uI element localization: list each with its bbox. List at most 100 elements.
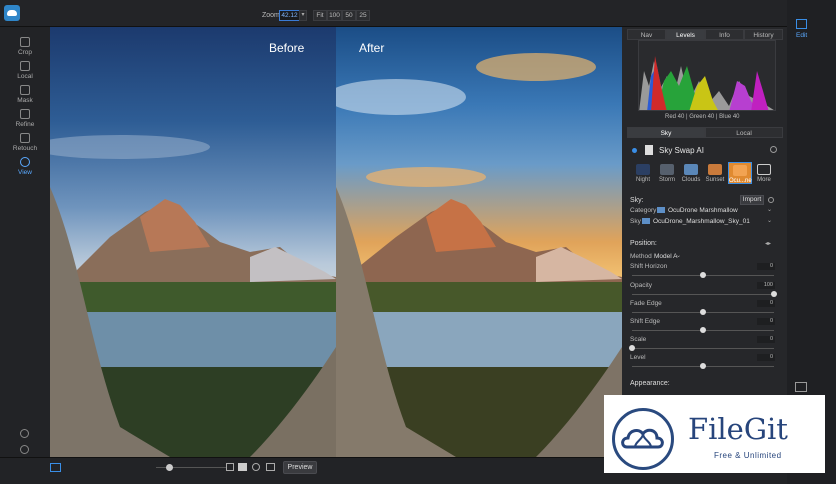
category-label: Clouds [681,177,701,183]
print-icon[interactable] [795,382,807,392]
before-image[interactable]: Before [50,27,336,457]
slider-track[interactable] [632,348,774,349]
compare-view-icon[interactable] [50,463,61,472]
before-landscape [50,135,336,457]
tool-local[interactable]: Local [0,61,50,80]
app-logo-icon[interactable] [4,5,20,21]
position-arrows-icon[interactable]: ◂▸ [765,240,771,247]
reset-icon[interactable] [770,146,777,153]
slider-value[interactable]: 0 [757,300,775,307]
tool-label: Retouch [12,145,38,152]
after-image[interactable]: After [336,27,622,457]
appearance-heading: Appearance: [630,380,670,387]
category-more[interactable]: More [753,164,775,183]
ocudrone-icon [733,165,747,176]
slider-value[interactable]: 100 [757,282,775,289]
method-select[interactable]: Model A [654,253,678,260]
tab-history[interactable]: History [744,29,783,40]
sky-heading: Sky: [630,197,644,204]
tab-sky[interactable]: Sky [627,127,705,138]
rgb-readout: Red 40 | Green 40 | Blue 40 [665,114,740,120]
slider-knob[interactable] [700,309,706,315]
folder-icon [657,207,665,213]
category-label: Storm [658,177,675,183]
more-icon [757,164,771,175]
slider-knob[interactable] [700,363,706,369]
category-ocudrone[interactable]: Ocu...ne [728,162,752,184]
zoom-50-button[interactable]: 50 [342,10,356,21]
retouch-icon [20,133,30,143]
slider-track[interactable] [632,294,774,295]
category-label: Sunset [705,177,725,183]
sky-swap-icon [645,145,653,155]
slider-value[interactable]: 0 [757,336,775,343]
slider-value[interactable]: 0 [757,263,775,270]
before-label: Before [269,41,305,55]
left-toolbar: Crop Local Mask Refine Retouch View [0,27,50,457]
tool-label: Mask [17,97,33,104]
storm-icon [660,164,674,175]
zoom-25-button[interactable]: 25 [356,10,370,21]
histogram [638,40,776,111]
module-title: Sky Swap AI [659,146,704,155]
slider-label: Opacity [630,282,653,289]
slider-value[interactable]: 0 [757,318,775,325]
slider-value[interactable]: 0 [757,354,775,361]
slider-label: Shift Edge [630,318,660,325]
edit-icon[interactable] [796,19,807,29]
cloud-icon [621,428,664,449]
slider-label: Shift Horizon [630,263,668,270]
tool-label: View [18,169,32,176]
slider-knob[interactable] [629,345,635,351]
zoom-slider-knob[interactable] [166,464,173,471]
zoom-100-button[interactable]: 100 [327,10,342,21]
sky-chevron-icon[interactable]: ⌄ [767,217,772,224]
sky-reset-icon[interactable] [768,197,774,203]
square-mask-icon[interactable] [226,463,234,471]
category-sunset[interactable]: Sunset [704,164,726,183]
tool-view[interactable]: View [0,157,50,176]
slider-knob[interactable] [700,272,706,278]
local-brush-icon [20,61,30,71]
category-select[interactable]: OcuDrone Marshmallow [668,207,738,214]
sunset-icon [708,164,722,175]
slider-knob[interactable] [700,327,706,333]
category-night[interactable]: Night [632,164,654,183]
tab-levels[interactable]: Levels [666,29,705,40]
circle-icon[interactable] [252,463,260,471]
category-label: Night [635,177,650,183]
preview-button[interactable]: Preview [283,461,317,474]
tool-mask[interactable]: Mask [0,85,50,104]
tool-refine[interactable]: Refine [0,109,50,128]
slider-label: Fade Edge [630,300,662,307]
category-chevron-icon[interactable]: ⌄ [767,206,772,213]
zoom-fit-button[interactable]: Fit [313,10,327,21]
zoom-input[interactable]: 42.12 [279,10,300,21]
category-label: Category [630,207,657,214]
category-clouds[interactable]: Clouds [680,164,702,183]
slider-knob[interactable] [771,291,777,297]
tool-crop[interactable]: Crop [0,37,50,56]
filegit-logo [612,408,674,470]
zoom-dropdown-icon[interactable]: ▾ [299,10,307,21]
position-heading: Position: [630,240,657,247]
tool-retouch[interactable]: Retouch [0,133,50,152]
slider-label: Scale [630,336,647,343]
sky-select[interactable]: OcuDrone_Marshmallow_Sky_01 [653,218,750,225]
import-button[interactable]: Import [740,195,764,205]
tab-nav[interactable]: Nav [627,29,666,40]
method-chevron-icon[interactable]: ⌄ [676,252,681,259]
category-label: More [757,177,771,183]
histogram-graph [639,56,774,110]
top-toolbar [0,0,836,27]
tool-label: Refine [15,121,35,128]
auto-icon[interactable] [238,463,247,471]
category-storm[interactable]: Storm [656,164,678,183]
user-icon[interactable] [20,429,29,438]
category-label: Ocu...ne [729,178,752,184]
help-icon[interactable] [20,445,29,454]
tab-info[interactable]: Info [705,29,744,40]
module-enabled-icon[interactable] [632,148,637,153]
camera-icon[interactable] [266,463,275,471]
tab-local[interactable]: Local [705,127,783,138]
